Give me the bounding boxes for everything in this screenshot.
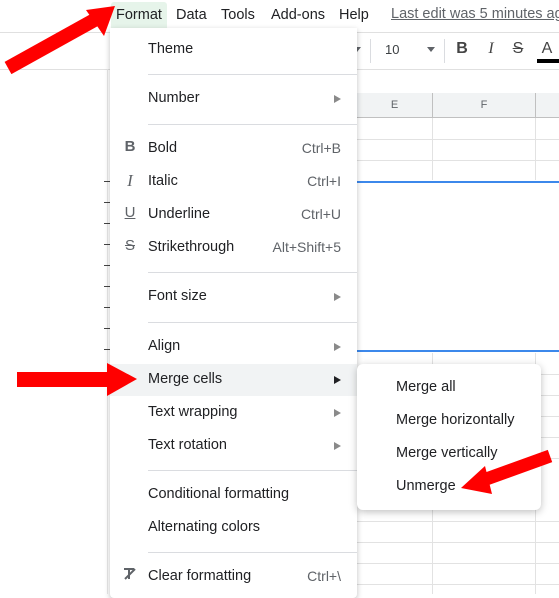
arrow-to-merge-cells-icon xyxy=(17,363,137,396)
annotation-arrows xyxy=(4,6,553,494)
arrow-to-format-icon xyxy=(4,6,115,75)
arrow-to-unmerge-icon xyxy=(461,449,553,494)
